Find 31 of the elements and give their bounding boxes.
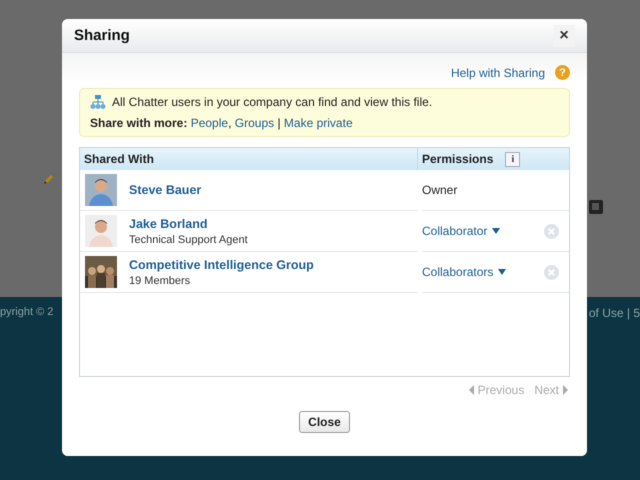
close-button[interactable]: × (553, 24, 575, 46)
remove-icon[interactable] (544, 224, 559, 238)
member-name-link[interactable]: Competitive Intelligence Group (129, 258, 314, 272)
share-link[interactable]: Make private (284, 116, 353, 130)
column-header: Shared With (80, 148, 418, 170)
permission-dropdown[interactable]: Collaborators (422, 265, 506, 279)
help-link[interactable]: Help with Sharing (450, 66, 545, 80)
pencil-icon (42, 174, 54, 186)
left-arrow-icon (468, 385, 474, 395)
dialog-title: Sharing (74, 27, 130, 44)
share-link[interactable]: People (190, 116, 228, 130)
member-name-link[interactable]: Jake Borland (129, 216, 248, 230)
caret-icon (492, 228, 500, 234)
footer-text: pyright © 2 (0, 306, 54, 320)
window-icon (588, 199, 604, 215)
remove-icon[interactable] (544, 264, 559, 280)
member-name-link[interactable]: Steve Bauer (129, 183, 202, 197)
permission-text: Owner (422, 183, 458, 197)
column-header: Permissions (422, 152, 494, 166)
member-subtitle: Technical Support Agent (129, 234, 248, 246)
notice-text: All Chatter users in your company can find and view this file. (112, 95, 432, 109)
right-arrow-icon (563, 385, 568, 395)
network-icon (90, 94, 106, 110)
share-link[interactable]: Groups (234, 116, 274, 130)
share-with-more-text: Share with more: People, Groups | Make private (90, 116, 354, 130)
close-dialog-button[interactable]: Close (299, 411, 350, 433)
footer-text: of Use | 5 (588, 306, 640, 320)
permission-dropdown[interactable]: Collaborator (422, 224, 500, 238)
caret-icon (498, 269, 506, 275)
info-button[interactable]: i (505, 152, 520, 166)
member-subtitle: 19 Members (129, 274, 192, 286)
